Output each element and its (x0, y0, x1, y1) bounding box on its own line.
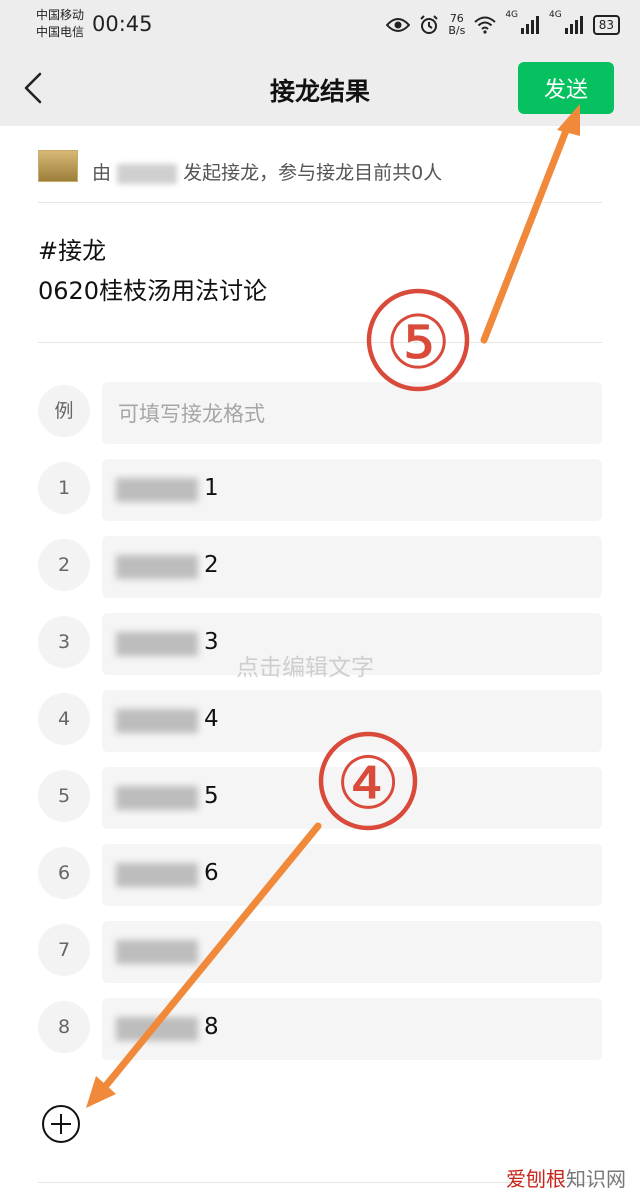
list-item: 2 2 (38, 536, 602, 598)
entry-name-blurred (116, 632, 198, 656)
signal-icon (564, 16, 583, 34)
battery-icon: 83 (592, 15, 620, 35)
signal-2-label: 4G (549, 10, 562, 20)
entry-name-blurred (116, 940, 198, 964)
entry-index: 1 (38, 462, 90, 514)
entry-suffix: 1 (204, 475, 219, 501)
example-placeholder: 可填写接龙格式 (118, 402, 265, 426)
signal-icon (521, 16, 540, 34)
carrier-labels: 中国移动 中国电信 (36, 7, 84, 41)
entry-name-blurred (116, 478, 198, 502)
wifi-icon (474, 16, 496, 34)
topic-title: 0620桂枝汤用法讨论 (38, 277, 268, 305)
entry-index: 8 (38, 1001, 90, 1053)
logo-rest: 知识网 (566, 1167, 626, 1191)
entry-suffix: 3 (204, 629, 219, 655)
signal-1-label: 4G (505, 10, 519, 20)
entry-name-blurred (116, 1017, 198, 1041)
entry-index: 4 (38, 693, 90, 745)
entry-index: 2 (38, 539, 90, 591)
entry-index: 6 (38, 847, 90, 899)
list-item: 5 5 (38, 767, 602, 829)
nav-bar: 接龙结果 发送 (0, 52, 640, 126)
entry-suffix: 5 (204, 783, 219, 809)
watermark-text: 点击编辑文字 (236, 655, 374, 681)
entry-name-blurred (116, 786, 198, 810)
list-item: 8 8 (38, 998, 602, 1060)
logo-brand: 爱刨根 (506, 1167, 566, 1191)
entry-input[interactable]: 2 (102, 536, 602, 598)
battery-level: 83 (598, 18, 614, 32)
status-time: 00:45 (92, 12, 153, 36)
arrow-to-send (480, 104, 580, 344)
example-format-input[interactable]: 可填写接龙格式 (102, 382, 602, 444)
list-item: 7 (38, 921, 602, 983)
net-speed: 76 B/s (448, 13, 465, 37)
status-bar: 中国移动 中国电信 00:45 76 B/s 4G 4G 83 (0, 0, 640, 52)
net-speed-unit: B/s (448, 24, 466, 37)
entry-suffix: 2 (204, 552, 219, 578)
initiator-row: 由 发起接龙，参与接龙目前共0人 (38, 148, 602, 198)
circled-five-annotation: ⑤ (366, 288, 470, 392)
status-icons: 76 B/s 4G 4G 83 (386, 10, 620, 40)
site-watermark-logo: 爱刨根知识网 (506, 1163, 626, 1192)
example-row: 例 可填写接龙格式 (38, 382, 602, 444)
entry-name-blurred (116, 863, 198, 887)
initiator-suffix: 发起接龙，参与接龙目前共0人 (183, 162, 443, 184)
list-item: 1 1 (38, 459, 602, 521)
entry-suffix: 4 (204, 706, 219, 732)
carrier-1: 中国移动 (36, 8, 85, 22)
entry-index: 7 (38, 924, 90, 976)
divider (38, 202, 602, 203)
entry-name-blurred (116, 709, 198, 733)
topic-block[interactable]: #接龙 0620桂枝汤用法讨论 (38, 231, 267, 311)
list-item: 4 4 (38, 690, 602, 752)
entry-name-blurred (116, 555, 198, 579)
annotation-label: ⑤ (385, 300, 451, 386)
entry-suffix: 6 (204, 860, 219, 886)
eye-icon (386, 18, 411, 32)
add-entry-icon[interactable] (40, 1103, 82, 1145)
example-marker: 例 (38, 385, 90, 437)
initiator-text: 由 发起接龙，参与接龙目前共0人 (92, 158, 442, 185)
send-button[interactable]: 发送 (518, 62, 614, 114)
divider (38, 342, 602, 343)
entry-index: 3 (38, 616, 90, 668)
entry-input[interactable]: 4 (102, 690, 602, 752)
carrier-2: 中国电信 (36, 25, 85, 39)
initiator-prefix: 由 (92, 162, 112, 184)
list-item: 6 6 (38, 844, 602, 906)
entry-input[interactable]: 6 (102, 844, 602, 906)
entry-suffix: 8 (204, 1014, 219, 1040)
entry-input[interactable]: 1 (102, 459, 602, 521)
initiator-name-blurred (117, 163, 178, 184)
alarm-icon (420, 15, 439, 34)
entry-input[interactable]: 8 (102, 998, 602, 1060)
entry-input[interactable]: 5 (102, 767, 602, 829)
entry-input[interactable] (102, 921, 602, 983)
topic-tag: #接龙 (38, 237, 107, 265)
group-avatar (38, 150, 78, 182)
entry-index: 5 (38, 770, 90, 822)
